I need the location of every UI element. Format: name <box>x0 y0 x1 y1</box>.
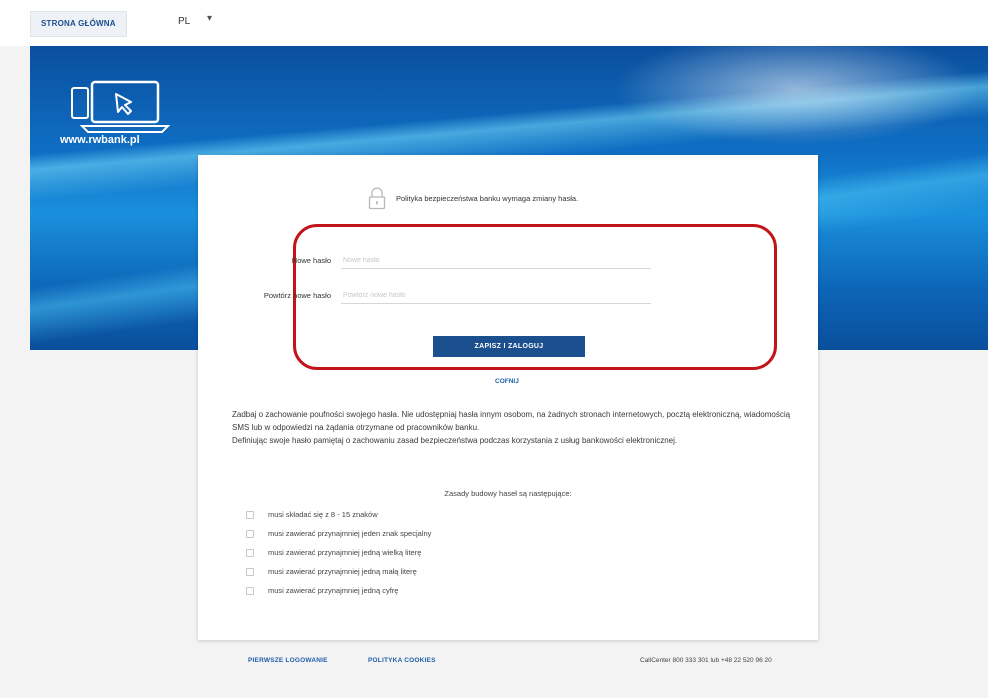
lock-icon <box>368 187 386 210</box>
repeat-password-row: Powtórz nowe hasło <box>198 287 651 304</box>
list-item: musi zawierać przynajmniej jeden znak sp… <box>246 524 431 543</box>
first-login-link[interactable]: PIERWSZE LOGOWANIE <box>248 657 328 664</box>
policy-message-row: Polityka bezpieczeństwa banku wymaga zmi… <box>368 185 578 211</box>
back-link[interactable]: COFNIJ <box>495 378 519 385</box>
bullet-icon <box>246 567 254 576</box>
repeat-password-input[interactable] <box>341 287 651 304</box>
info-paragraph: Definiując swoje hasło pamiętaj o zachow… <box>232 436 678 445</box>
repeat-password-label: Powtórz nowe hasło <box>263 291 331 300</box>
rule-text: musi zawierać przynajmniej jeden znak sp… <box>268 529 432 538</box>
rule-text: musi zawierać przynajmniej jedną cyfrę <box>268 586 399 595</box>
rules-heading: Zasady budowy haseł są następujące: <box>444 489 572 498</box>
site-url: www.rwbank.pl <box>60 134 140 146</box>
save-and-login-button[interactable]: ZAPISZ I ZALOGUJ <box>433 336 585 357</box>
list-item: musi zawierać przynajmniej jedną wielką … <box>246 543 431 562</box>
bullet-icon <box>246 548 254 557</box>
bullet-icon <box>246 586 254 595</box>
policy-message: Polityka bezpieczeństwa banku wymaga zmi… <box>396 193 579 203</box>
callcenter-info: CallCenter 800 333 301 lub +48 22 520 96… <box>640 657 772 664</box>
list-item: musi składać się z 8 - 15 znaków <box>246 505 431 524</box>
list-item: musi zawierać przynajmniej jedną małą li… <box>246 562 431 581</box>
new-password-label: Nowe hasło <box>291 256 331 265</box>
password-change-card: Polityka bezpieczeństwa banku wymaga zmi… <box>198 155 818 640</box>
info-text: Zadbaj o zachowanie poufności swojego ha… <box>232 408 792 447</box>
rule-text: musi zawierać przynajmniej jedną wielką … <box>268 548 422 557</box>
chevron-down-icon[interactable]: ▾ <box>207 13 212 24</box>
list-item: musi zawierać przynajmniej jedną cyfrę <box>246 581 431 600</box>
new-password-input[interactable] <box>341 252 651 269</box>
info-paragraph: Zadbaj o zachowanie poufności swojego ha… <box>232 410 791 432</box>
rule-text: musi zawierać przynajmniej jedną małą li… <box>268 567 417 576</box>
language-selector[interactable]: PL <box>178 16 190 27</box>
home-button[interactable]: STRONA GŁÓWNA <box>30 11 127 37</box>
rule-text: musi składać się z 8 - 15 znaków <box>268 510 378 519</box>
bullet-icon <box>246 510 254 519</box>
top-bar: STRONA GŁÓWNA PL ▾ <box>0 0 988 46</box>
privacy-policy-link[interactable]: POLITYKA COOKIES <box>368 657 436 664</box>
device-laptop-icon <box>71 80 170 133</box>
bullet-icon <box>246 529 254 538</box>
password-rules-list: musi składać się z 8 - 15 znaków musi za… <box>246 505 431 600</box>
new-password-row: Nowe hasło <box>198 252 651 269</box>
